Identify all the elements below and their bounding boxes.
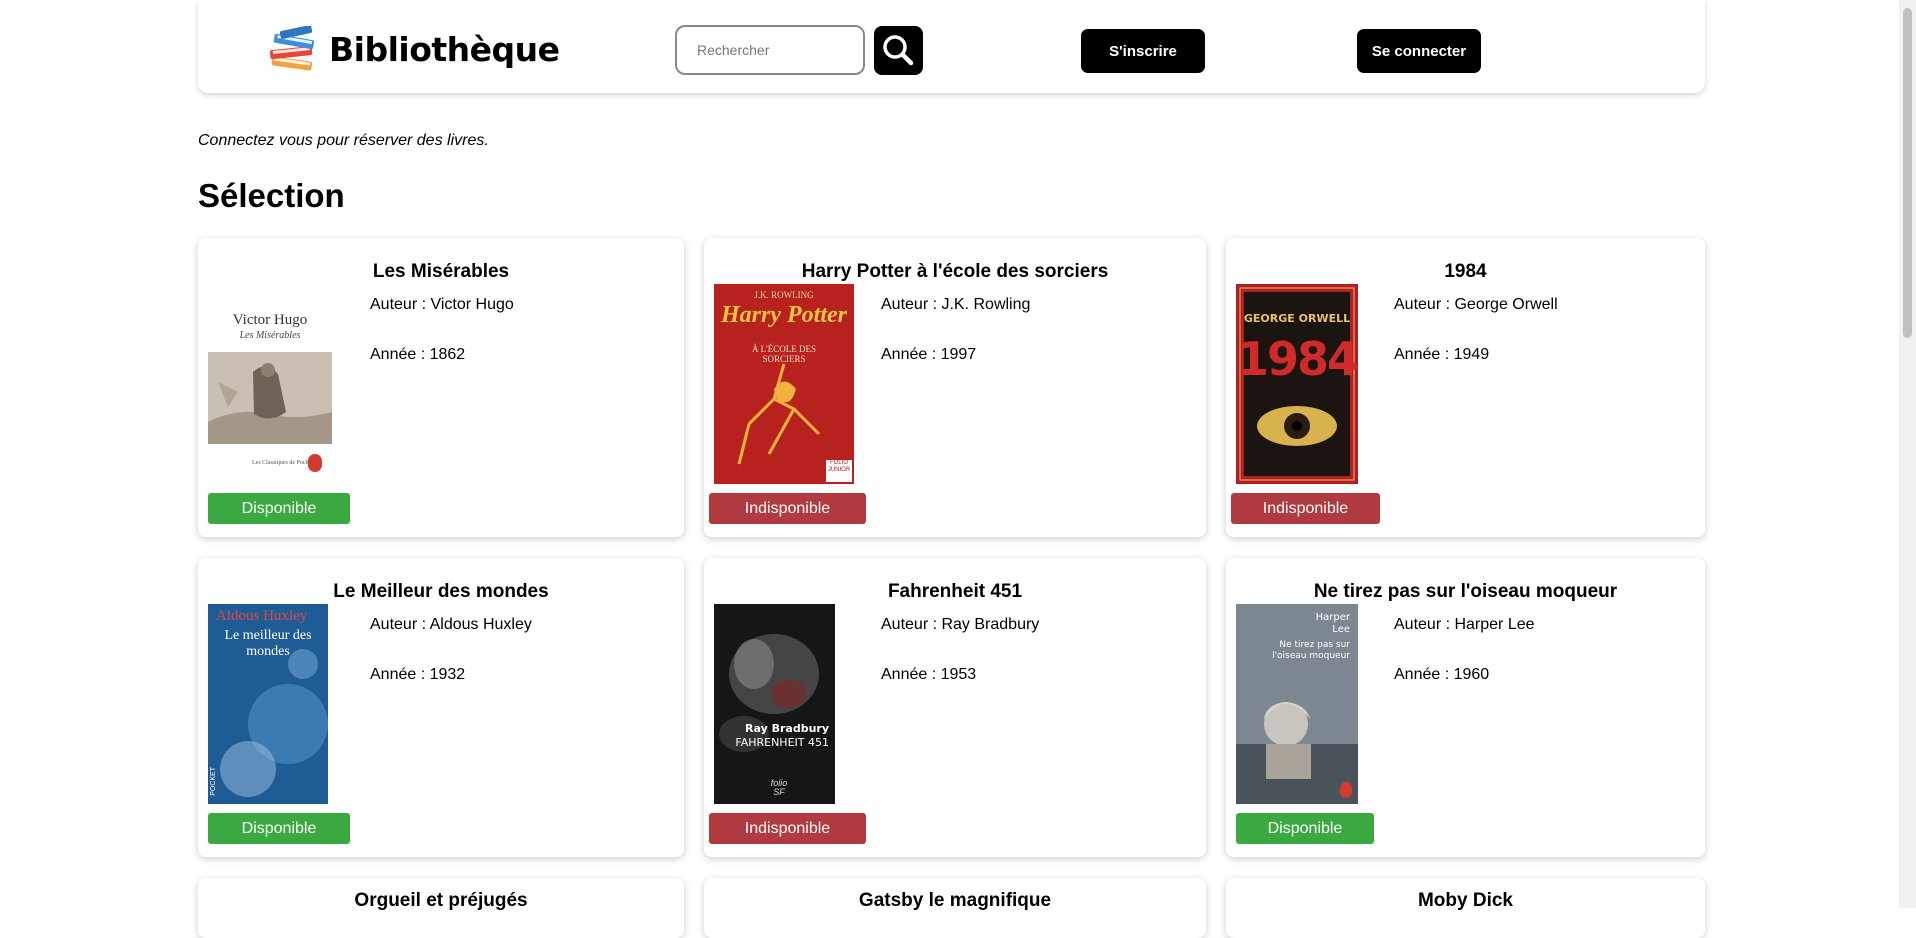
cover-illustration xyxy=(208,352,332,444)
book-cover: Victor Hugo Les Misérables Les Classique… xyxy=(208,282,332,482)
book-author: Auteur : Victor Hugo xyxy=(370,296,514,313)
book-year: Année : 1953 xyxy=(881,666,977,683)
magnifier-icon xyxy=(874,35,923,78)
search-button[interactable] xyxy=(874,26,923,75)
publisher-logo xyxy=(308,454,322,472)
availability-badge[interactable]: Disponible xyxy=(208,493,350,524)
book-year: Année : 1932 xyxy=(370,666,466,683)
book-title[interactable]: 1984 xyxy=(1226,261,1705,283)
book-cover: Aldous Huxley Le meilleur des mondes POC… xyxy=(208,604,328,804)
book-card[interactable]: Gatsby le magnifique xyxy=(704,878,1206,938)
login-button[interactable]: Se connecter xyxy=(1357,29,1481,73)
books-stack-icon xyxy=(268,25,320,74)
section-title: Sélection xyxy=(198,177,345,214)
book-author: Auteur : Aldous Huxley xyxy=(370,616,532,633)
book-title[interactable]: Harry Potter à l'école des sorciers xyxy=(704,261,1206,283)
book-year: Année : 1949 xyxy=(1394,346,1490,363)
book-card[interactable]: Le Meilleur des mondes Aldous Huxley Le … xyxy=(198,558,684,857)
book-cover: GEORGE ORWELL 1984 xyxy=(1236,284,1358,484)
scrollbar-thumb[interactable] xyxy=(1903,8,1912,338)
book-card[interactable]: Fahrenheit 451 Ray Bradbury FAHRENHEIT 4… xyxy=(704,558,1206,857)
book-year: Année : 1997 xyxy=(881,346,977,363)
availability-badge[interactable]: Disponible xyxy=(1236,813,1374,844)
book-title[interactable]: Les Misérables xyxy=(198,261,684,283)
page-scrollbar[interactable] xyxy=(1899,0,1916,908)
book-title[interactable]: Ne tirez pas sur l'oiseau moqueur xyxy=(1226,581,1705,603)
book-title[interactable]: Le Meilleur des mondes xyxy=(198,581,684,603)
publisher-logo: POCKET xyxy=(210,767,217,796)
book-cover: Harper Lee Ne tirez pas sur l'oiseau moq… xyxy=(1236,604,1358,804)
book-title[interactable]: Fahrenheit 451 xyxy=(704,581,1206,603)
book-card[interactable]: 1984 GEORGE ORWELL 1984 Auteur : George … xyxy=(1226,238,1705,537)
publisher-logo: FOLIO JUNIOR xyxy=(826,460,852,482)
availability-badge[interactable]: Indisponible xyxy=(709,493,866,524)
site-brand[interactable]: Bibliothèque xyxy=(329,30,560,69)
book-cover: J.K. ROWLING Harry Potter À L'ÉCOLE DES … xyxy=(714,284,854,484)
site-header: Bibliothèque S'inscrire Se connecter xyxy=(198,0,1705,93)
search-input[interactable] xyxy=(675,25,865,75)
book-card[interactable]: Les Misérables Victor Hugo Les Misérable… xyxy=(198,238,684,537)
book-title[interactable]: Orgueil et préjugés xyxy=(198,890,684,912)
cover-illustration xyxy=(714,604,835,804)
register-button[interactable]: S'inscrire xyxy=(1081,29,1205,73)
book-cover: Ray Bradbury FAHRENHEIT 451 folio SF xyxy=(714,604,835,804)
book-author: Auteur : George Orwell xyxy=(1394,296,1558,313)
availability-badge[interactable]: Disponible xyxy=(208,813,350,844)
publisher-logo xyxy=(1340,782,1352,798)
availability-badge[interactable]: Indisponible xyxy=(709,813,866,844)
book-card[interactable]: Harry Potter à l'école des sorciers J.K.… xyxy=(704,238,1206,537)
book-title[interactable]: Moby Dick xyxy=(1226,890,1705,912)
book-author: Auteur : J.K. Rowling xyxy=(881,296,1031,313)
login-notice: Connectez vous pour réserver des livres. xyxy=(198,132,489,149)
book-author: Auteur : Harper Lee xyxy=(1394,616,1535,633)
book-card[interactable]: Moby Dick xyxy=(1226,878,1705,938)
book-card[interactable]: Ne tirez pas sur l'oiseau moqueur Harper… xyxy=(1226,558,1705,857)
book-card[interactable]: Orgueil et préjugés xyxy=(198,878,684,938)
availability-badge[interactable]: Indisponible xyxy=(1231,493,1380,524)
book-year: Année : 1960 xyxy=(1394,666,1490,683)
book-title[interactable]: Gatsby le magnifique xyxy=(704,890,1206,912)
publisher-logo: folio SF xyxy=(770,778,788,797)
book-year: Année : 1862 xyxy=(370,346,466,363)
book-author: Auteur : Ray Bradbury xyxy=(881,616,1040,633)
